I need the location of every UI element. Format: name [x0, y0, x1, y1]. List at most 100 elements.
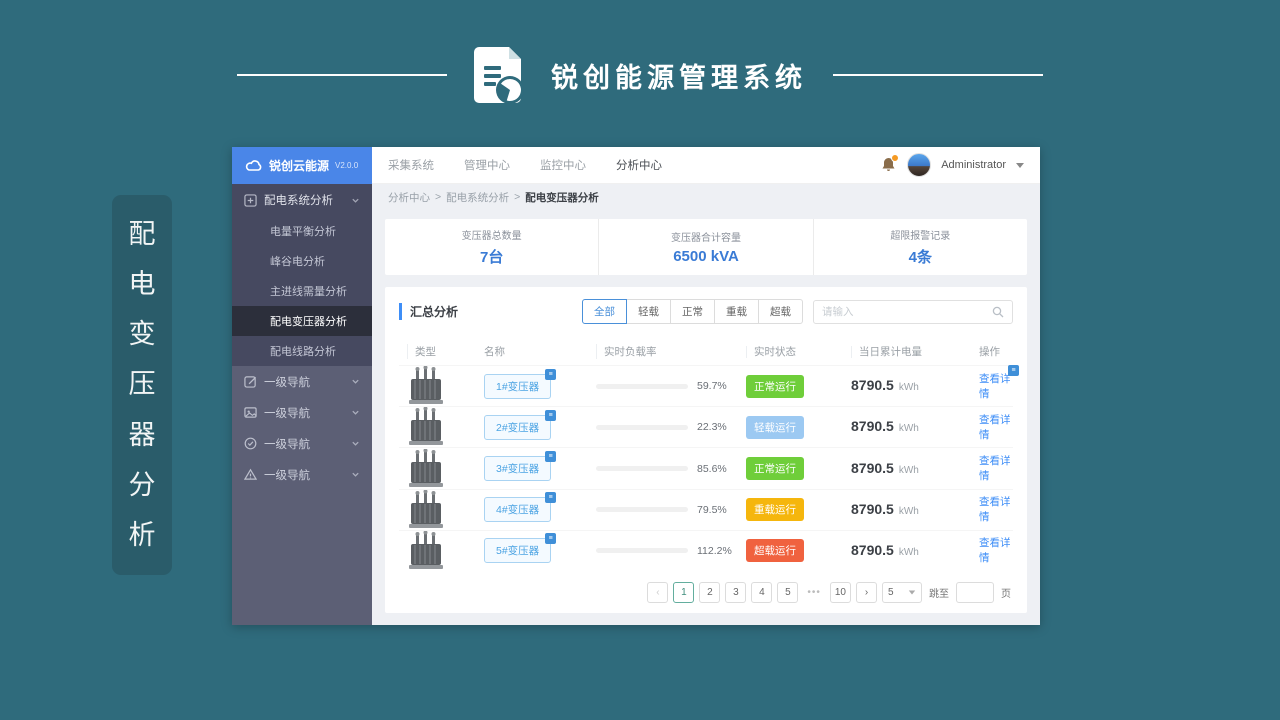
sidebar-item-nav-1[interactable]: 一级导航	[232, 366, 372, 397]
load-bar	[596, 424, 688, 430]
filter-heavy-button[interactable]: 重载	[714, 299, 759, 324]
filter-all-button[interactable]: 全部	[582, 299, 627, 324]
transformer-name-button[interactable]: 2#变压器 ≡	[484, 409, 557, 440]
stat-value: 4条	[908, 249, 932, 266]
transformer-name-button[interactable]: 4#变压器 ≡	[484, 492, 557, 523]
transformer-table: 类型 名称 实时负载率 实时状态 当日累计电量 操作 1#变压器 ≡ 59.7% …	[399, 337, 1019, 571]
view-details-link[interactable]: 查看详情	[979, 535, 1013, 565]
detail-badge-icon: ≡	[545, 409, 557, 421]
sidebar-item-nav-4[interactable]: 一级导航	[232, 459, 372, 490]
transformer-icon	[409, 407, 443, 446]
user-menu-caret-icon[interactable]	[1016, 162, 1024, 168]
user-name[interactable]: Administrator	[941, 159, 1006, 171]
page-button-10[interactable]: 10	[829, 582, 851, 603]
app-name: 锐创云能源	[269, 159, 330, 173]
prev-page-button[interactable]: ‹	[647, 582, 669, 603]
search-icon[interactable]	[992, 306, 1004, 318]
topnav-item-collection[interactable]: 采集系统	[388, 157, 434, 173]
filter-light-button[interactable]: 轻载	[626, 299, 671, 324]
detail-badge-icon: ≡	[545, 451, 557, 463]
next-page-button[interactable]: ›	[856, 582, 877, 603]
jump-label: 跳至	[929, 589, 949, 600]
caption-char: 变	[128, 319, 156, 350]
sidebar-item-label: 一级导航	[264, 438, 310, 451]
stat-value: 7台	[479, 249, 504, 266]
notification-badge	[891, 154, 900, 162]
topnav-right: Administrator	[881, 153, 1024, 177]
stat-total-capacity: 变压器合计容量 6500 kVA	[598, 219, 812, 275]
page-button-1[interactable]: 1	[673, 582, 695, 603]
sidebar-item-nav-2[interactable]: 一级导航	[232, 397, 372, 428]
page-button-3[interactable]: 3	[725, 582, 747, 603]
topnav-item-management[interactable]: 管理中心	[464, 157, 510, 173]
summary-controls: 全部 轻载 正常 重载 超载	[582, 299, 1013, 324]
page-button-4[interactable]: 4	[751, 582, 773, 603]
sidebar-item-label: 一级导航	[264, 376, 310, 389]
energy-value: 8790.5	[851, 459, 894, 476]
table-row: 5#变压器 ≡ 112.2% 超载运行 8790.5 kWh 查看详情	[399, 529, 1013, 571]
load-percent: 22.3%	[697, 421, 727, 434]
energy-value: 8790.5	[851, 541, 894, 558]
image-icon	[244, 407, 257, 418]
sidebar-item-transformer-analysis[interactable]: 配电变压器分析	[232, 306, 372, 336]
warning-triangle-icon	[244, 468, 257, 480]
chevron-down-icon	[352, 379, 359, 384]
energy-unit: kWh	[898, 423, 919, 435]
transformer-name-button[interactable]: 3#变压器 ≡	[484, 451, 557, 482]
table-row: 4#变压器 ≡ 79.5% 重载运行 8790.5 kWh 查看详情	[399, 488, 1013, 530]
main-area: 采集系统 管理中心 监控中心 分析中心 Administrator 分析中心 >…	[372, 147, 1040, 625]
load-bar	[596, 507, 688, 513]
energy-value: 8790.5	[851, 377, 894, 394]
transformer-icon	[409, 448, 443, 487]
sidebar-item-power-system-analysis[interactable]: 配电系统分析	[232, 184, 372, 216]
sidebar-item-nav-3[interactable]: 一级导航	[232, 428, 372, 459]
col-header-energy: 当日累计电量	[851, 345, 922, 358]
load-percent: 112.2%	[697, 544, 732, 557]
stat-label: 变压器合计容量	[670, 233, 741, 244]
view-details-link[interactable]: 查看详情	[979, 453, 1013, 483]
status-badge: 轻载运行	[746, 415, 804, 439]
filter-over-button[interactable]: 超载	[758, 299, 803, 324]
sidebar-item-line-analysis[interactable]: 配电线路分析	[232, 336, 372, 366]
sidebar: 锐创云能源 V2.0.0 配电系统分析 电量平衡分析 峰谷电分析 主进线需量分析…	[232, 147, 372, 625]
detail-badge-icon: ≡	[545, 492, 557, 504]
view-details-link[interactable]: 查看详情 ≡	[979, 364, 1019, 401]
topnav-item-monitoring[interactable]: 监控中心	[540, 157, 586, 173]
sidebar-item-label: 一级导航	[264, 407, 310, 420]
topnav-item-analysis[interactable]: 分析中心	[616, 157, 662, 173]
page-button-5[interactable]: 5	[777, 582, 799, 603]
transformer-icon	[409, 366, 443, 405]
stat-label: 变压器总数量	[461, 231, 522, 242]
detail-badge-icon: ≡	[545, 533, 557, 545]
energy-value: 8790.5	[851, 418, 894, 435]
page-button-2[interactable]: 2	[699, 582, 721, 603]
breadcrumb-separator: >	[514, 191, 521, 203]
transformer-name-button[interactable]: 5#变压器 ≡	[484, 533, 557, 564]
page-size-select[interactable]: 5	[882, 582, 922, 603]
pages-ellipsis[interactable]: •••	[803, 582, 825, 603]
load-bar	[596, 383, 688, 389]
col-header-type: 类型	[407, 343, 436, 359]
search-input[interactable]	[822, 305, 986, 318]
table-row: 3#变压器 ≡ 85.6% 正常运行 8790.5 kWh 查看详情	[399, 447, 1013, 488]
view-details-link[interactable]: 查看详情	[979, 494, 1013, 524]
app-version: V2.0.0	[335, 161, 359, 170]
view-details-link[interactable]: 查看详情	[979, 412, 1013, 442]
transformer-name-button[interactable]: 1#变压器 ≡	[484, 368, 557, 399]
notification-bell-icon[interactable]	[881, 154, 900, 174]
sidebar-item-energy-balance[interactable]: 电量平衡分析	[232, 216, 372, 246]
app-window: 锐创云能源 V2.0.0 配电系统分析 电量平衡分析 峰谷电分析 主进线需量分析…	[232, 147, 1040, 625]
breadcrumb-item[interactable]: 分析中心	[388, 190, 430, 205]
breadcrumb-item[interactable]: 配电系统分析	[446, 190, 509, 205]
top-navbar: 采集系统 管理中心 监控中心 分析中心 Administrator	[372, 147, 1040, 184]
sidebar-item-main-line-demand[interactable]: 主进线需量分析	[232, 276, 372, 306]
filter-normal-button[interactable]: 正常	[670, 299, 715, 324]
caption-char: 析	[128, 520, 156, 551]
jump-page-input[interactable]	[956, 582, 994, 603]
summary-card: 汇总分析 全部 轻载 正常 重载 超载 请输入 类型 名称 实时负载率 实时状态…	[385, 287, 1027, 613]
page-banner: 锐创能源管理系统	[0, 46, 1280, 104]
sidebar-item-peak-valley[interactable]: 峰谷电分析	[232, 246, 372, 276]
avatar[interactable]	[907, 153, 932, 177]
caption-char: 压	[128, 369, 156, 400]
energy-unit: kWh	[898, 505, 919, 517]
